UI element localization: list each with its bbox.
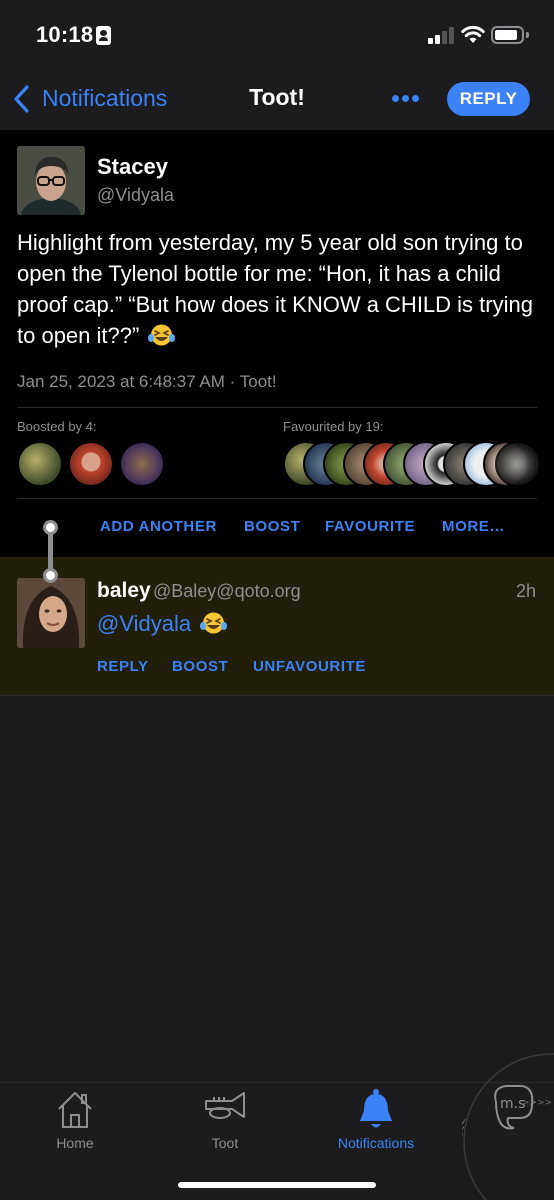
reply-post[interactable]: baley @Baley@qoto.org 2h @Vidyala REPLY …: [0, 557, 554, 696]
author-name[interactable]: Stacey: [97, 154, 168, 180]
laughing-tears-emoji-icon: [200, 612, 228, 634]
ellipsis-icon[interactable]: [392, 95, 420, 103]
reply-author-handle[interactable]: @Baley@qoto.org: [153, 581, 301, 602]
home-indicator[interactable]: [178, 1182, 376, 1188]
author-handle[interactable]: @Vidyala: [97, 185, 174, 206]
avatar[interactable]: [17, 441, 63, 487]
favouriters-avatars[interactable]: [283, 441, 543, 487]
reply-body: @Vidyala: [97, 611, 228, 637]
mastodon-widget[interactable]: >>>> <<<< m.s: [454, 1052, 554, 1200]
app-screen: 10:18 Notifications Toot! REPLY Stacey @…: [0, 0, 554, 1200]
signal-icon: [428, 26, 454, 44]
tab-notifications[interactable]: Notifications: [325, 1083, 427, 1163]
laughing-tears-emoji-icon: [148, 324, 176, 346]
battery-icon: [491, 26, 524, 44]
tab-home[interactable]: Home: [35, 1083, 115, 1163]
thread-dot: [43, 568, 58, 583]
avatar[interactable]: [17, 578, 85, 648]
boost-button[interactable]: BOOST: [244, 518, 300, 535]
tab-label: Toot: [211, 1135, 239, 1151]
reply-author-name[interactable]: baley: [97, 579, 151, 603]
reply-timestamp: 2h: [515, 581, 536, 601]
reply-button[interactable]: REPLY: [97, 658, 149, 675]
nav-bar: Notifications Toot! REPLY: [0, 70, 554, 130]
back-button[interactable]: Notifications: [42, 85, 167, 112]
chevron-left-icon[interactable]: [12, 84, 32, 114]
post-body: Highlight from yesterday, my 5 year old …: [17, 227, 542, 351]
tab-label: Home: [56, 1135, 94, 1151]
mention-link[interactable]: @Vidyala: [97, 611, 191, 636]
contact-card-icon: [96, 26, 111, 45]
tab-label: Notifications: [337, 1135, 415, 1151]
boosted-by-label[interactable]: Boosted by 4:: [17, 419, 97, 434]
unfavourite-button[interactable]: UNFAVOURITE: [253, 658, 366, 675]
favourited-by-label[interactable]: Favourited by 19:: [283, 419, 383, 434]
home-icon: [58, 1092, 92, 1128]
widget-label: m.s: [500, 1096, 525, 1112]
bell-icon: [360, 1089, 392, 1128]
svg-text:<<<<: <<<<: [462, 1117, 469, 1148]
favourite-button[interactable]: FAVOURITE: [325, 518, 415, 535]
avatar[interactable]: [17, 146, 85, 215]
tab-toot[interactable]: Toot: [185, 1083, 265, 1163]
status-bar: 10:18: [0, 0, 554, 70]
svg-text:>>>>: >>>>: [522, 1098, 552, 1108]
add-another-button[interactable]: ADD ANOTHER: [100, 518, 217, 535]
thread-dot: [43, 520, 58, 535]
post-text: Highlight from yesterday, my 5 year old …: [17, 230, 533, 348]
status-time: 10:18: [36, 22, 94, 47]
more-button[interactable]: MORE…: [442, 518, 505, 535]
trumpet-icon: [205, 1092, 245, 1119]
boosters-avatars[interactable]: [17, 441, 177, 487]
divider: [17, 407, 537, 408]
post-actions: ADD ANOTHER BOOST FAVOURITE MORE…: [0, 518, 554, 548]
avatar[interactable]: [119, 441, 165, 487]
post-timestamp: Jan 25, 2023 at 6:48:37 AM · Toot!: [17, 372, 277, 391]
reply-actions: REPLY BOOST UNFAVOURITE: [0, 658, 554, 684]
main-post: Stacey @Vidyala Highlight from yesterday…: [0, 130, 554, 557]
reply-button[interactable]: REPLY: [447, 82, 530, 116]
wifi-icon: [461, 25, 485, 43]
boost-button[interactable]: BOOST: [172, 658, 228, 675]
divider: [17, 498, 537, 499]
avatar[interactable]: [68, 441, 114, 487]
